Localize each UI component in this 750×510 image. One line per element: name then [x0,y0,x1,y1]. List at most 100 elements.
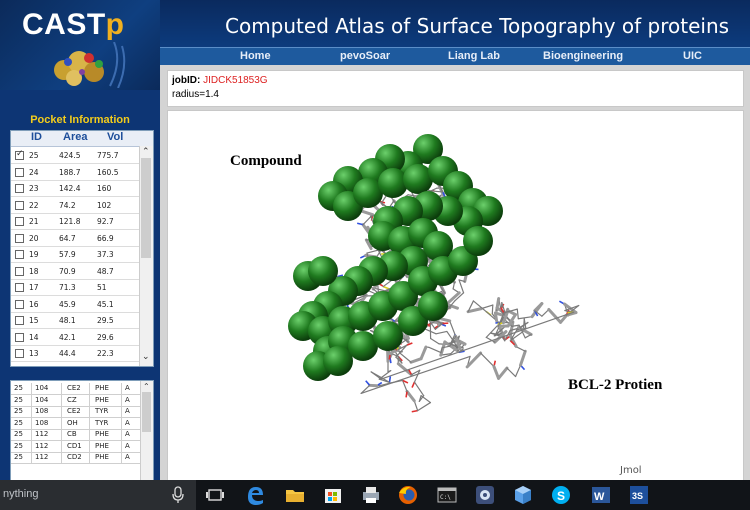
pocket-row[interactable]: 22 74.2 102 [11,197,139,214]
pocket-row[interactable]: 15 48.1 29.5 [11,312,139,329]
taskbar-search[interactable]: nything [0,480,196,510]
atom-cell: 104 [35,395,49,404]
title-bar: Computed Atlas of Surface Topography of … [160,0,750,47]
microphone-icon[interactable] [172,486,184,504]
pocket-vol: 29.5 [97,316,114,325]
castp-logo[interactable]: CASTp [0,0,160,91]
bond [497,366,509,380]
bond [419,345,428,361]
scroll-thumb[interactable] [142,392,151,432]
terminal-icon[interactable]: C:\ [436,484,458,506]
nav-link-liang-lab[interactable]: Liang Lab [448,50,500,62]
task-view-icon[interactable] [204,484,226,506]
atom-row[interactable]: 25 104 CZ PHE A [11,394,141,407]
nav-link-bioengineering[interactable]: Bioengineering [543,50,623,62]
app-window: Computed Atlas of Surface Topography of … [0,0,750,510]
word-icon[interactable]: W [590,484,612,506]
cube-app-icon[interactable] [512,484,534,506]
pocket-checkbox[interactable] [15,332,24,342]
pocket-row[interactable]: 20 64.7 66.9 [11,230,139,247]
pocket-vol: 51 [97,283,107,292]
pocket-area: 42.1 [59,332,76,342]
job-id-line: jobID: JIDCK51853G [172,75,268,86]
pocket-vol: 92.7 [97,217,114,226]
pocket-checkbox[interactable] [15,283,24,292]
col-header-area[interactable]: Area [63,131,87,143]
atom-cell: 25 [14,430,23,438]
pocket-checkbox[interactable] [15,299,24,309]
molecule-viewer[interactable]: Compound BCL-2 Protien Jmol [167,110,744,482]
atom-cell: OH [67,418,78,427]
atom-tip [382,285,390,290]
pocket-vol: 29.6 [97,332,114,342]
cell-divider [89,417,90,429]
edge-icon[interactable] [244,484,266,506]
col-header-id[interactable]: ID [31,131,42,143]
pocket-row[interactable]: 16 45.9 45.1 [11,296,139,313]
pocket-checkbox[interactable] [15,217,24,226]
pocket-checkbox[interactable] [15,167,24,177]
pocket-checkbox[interactable] [15,184,24,193]
pocket-area: 71.3 [59,283,76,292]
bond [420,395,432,404]
main-panel: jobID: JIDCK51853G radius=1.4 Compound B… [160,65,750,482]
pocket-row[interactable]: 25 424.5 775.7 [11,147,139,164]
atom-row[interactable]: 25 108 OH TYR A [11,417,141,430]
skype-icon[interactable]: S [550,484,572,506]
pocket-row[interactable]: 19 57.9 37.3 [11,246,139,263]
pocket-checkbox[interactable] [15,233,24,243]
pocket-table-scrollbar[interactable]: ⌃ ⌄ [139,146,153,366]
svg-text:S: S [557,489,565,503]
cell-divider [61,394,62,406]
bond [428,346,442,354]
pocket-row[interactable]: 18 70.9 48.7 [11,263,139,280]
atom-row[interactable]: 25 112 CB PHE A [11,429,141,441]
atom-row[interactable]: 25 104 CE2 PHE A [11,383,141,395]
solidworks-icon[interactable]: 3S [628,484,650,506]
scroll-up-icon[interactable]: ⌃ [143,382,150,391]
bond [452,281,456,290]
cell-divider [89,452,90,463]
atom-tip [411,409,418,413]
pocket-checkbox[interactable] [15,250,24,259]
file-explorer-icon[interactable] [284,484,306,506]
firefox-icon[interactable] [397,484,419,506]
atom-cell: CE2 [67,384,81,392]
pocket-row[interactable]: 23 142.4 160 [11,180,139,197]
pocket-row[interactable]: 14 42.1 29.6 [11,329,139,346]
cell-divider [61,417,62,429]
nav-link-home[interactable]: Home [240,50,271,62]
pocket-checkbox[interactable] [15,149,24,160]
atom-cell: 108 [35,418,49,427]
pocket-row[interactable]: 17 71.3 51 [11,279,139,296]
pocket-checkbox[interactable] [15,266,24,276]
atom-cell: 25 [14,384,23,392]
scroll-thumb[interactable] [141,158,151,258]
bond [405,389,416,403]
cell-divider [121,406,122,417]
nav-link-pevosoar[interactable]: pevoSoar [340,50,390,62]
store-icon[interactable] [322,484,344,506]
scroll-up-icon[interactable]: ⌃ [142,147,150,157]
atom-cell: CB [67,430,77,438]
settings-app-icon[interactable] [474,484,496,506]
pocket-row[interactable]: 24 188.7 160.5 [11,164,139,181]
atom-table-scrollbar[interactable]: ⌃ [140,381,153,481]
printer-icon[interactable] [360,484,382,506]
atom-cell: TYR [95,407,109,415]
pocket-checkbox[interactable] [15,349,24,358]
atom-row[interactable]: 25 112 CD2 PHE A [11,452,141,464]
pocket-checkbox[interactable] [15,316,24,325]
atom-cell: CD1 [67,441,82,450]
col-header-vol[interactable]: Vol [107,131,123,143]
scroll-down-icon[interactable]: ⌄ [142,352,150,362]
bond [435,330,448,335]
bond [517,316,533,320]
atom-row[interactable]: 25 108 CE2 TYR A [11,406,141,418]
pocket-row[interactable]: 13 44.4 22.3 [11,345,139,362]
pocket-checkbox[interactable] [15,200,24,210]
nav-link-uic[interactable]: UIC [683,50,702,62]
cell-divider [89,406,90,417]
pocket-row[interactable]: 21 121.8 92.7 [11,213,139,230]
atom-row[interactable]: 25 112 CD1 PHE A [11,440,141,453]
